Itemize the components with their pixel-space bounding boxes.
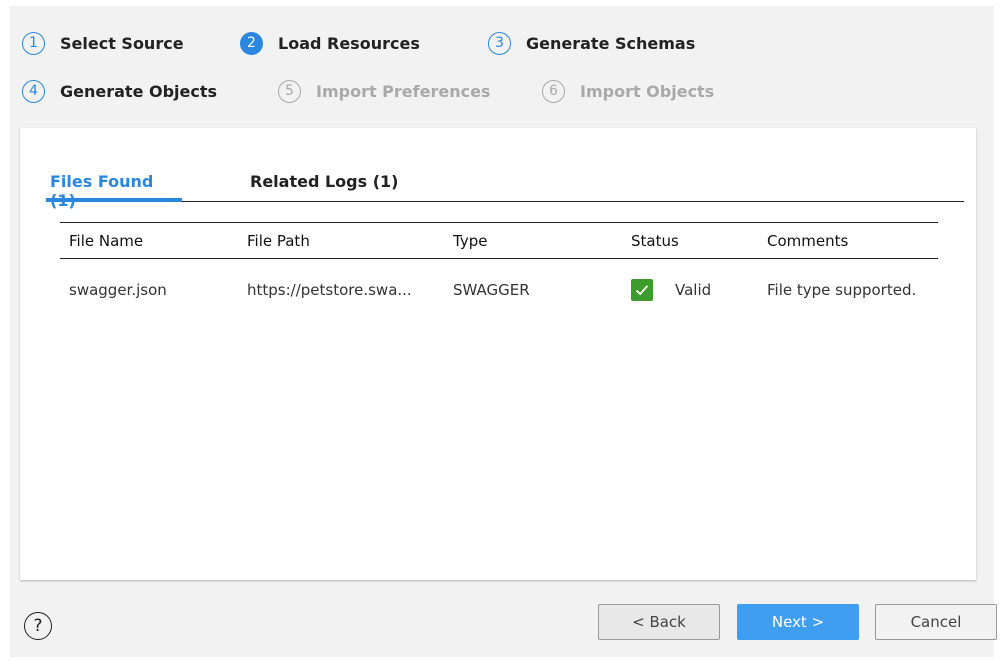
- cell-file-path: https://petstore.swa...: [247, 280, 412, 299]
- step-label: Import Preferences: [316, 81, 491, 101]
- back-button[interactable]: < Back: [598, 604, 720, 640]
- steps-row-1: 1 Select Source 2 Load Resources 3 Gener…: [22, 30, 728, 56]
- step-number: 1: [22, 31, 45, 55]
- cell-file-name: swagger.json: [69, 280, 167, 299]
- tab-related-logs[interactable]: Related Logs (1): [246, 172, 406, 202]
- status-text: Valid: [675, 280, 712, 299]
- step-label: Load Resources: [278, 33, 420, 53]
- next-button[interactable]: Next >: [737, 604, 859, 640]
- column-header-file-path[interactable]: File Path: [238, 222, 444, 259]
- check-icon: [631, 278, 653, 301]
- table-header-row: File Name File Path Type Status Comments: [60, 222, 938, 259]
- step-label: Generate Schemas: [526, 33, 696, 53]
- cell-comments: File type supported.: [767, 280, 917, 299]
- cell-type: SWAGGER: [453, 280, 530, 299]
- step-label: Generate Objects: [60, 81, 218, 101]
- tab-bar: Files Found (1) Related Logs (1): [46, 166, 964, 210]
- tab-files-found[interactable]: Files Found (1): [46, 172, 182, 210]
- table-row[interactable]: swagger.json https://petstore.swa... SWA…: [60, 259, 938, 321]
- column-header-comments[interactable]: Comments: [758, 222, 938, 259]
- status-indicator: Valid: [631, 278, 758, 301]
- step-import-preferences: 5 Import Preferences: [278, 78, 542, 104]
- step-number: 4: [22, 79, 45, 103]
- help-circle-icon[interactable]: ?: [24, 612, 52, 640]
- step-load-resources[interactable]: 2 Load Resources: [240, 30, 488, 56]
- step-number: 2: [240, 31, 263, 55]
- step-number: 6: [542, 79, 565, 103]
- step-generate-objects[interactable]: 4 Generate Objects: [22, 78, 278, 104]
- column-header-status[interactable]: Status: [622, 222, 758, 259]
- step-label: Import Objects: [580, 81, 715, 101]
- content-panel: Files Found (1) Related Logs (1) File Na…: [20, 128, 976, 580]
- step-select-source[interactable]: 1 Select Source: [22, 30, 240, 56]
- step-label: Select Source: [60, 33, 184, 53]
- files-table: File Name File Path Type Status Comments…: [60, 222, 938, 321]
- cell-status: Valid: [622, 259, 758, 321]
- cancel-button[interactable]: Cancel: [875, 604, 997, 640]
- steps-row-2: 4 Generate Objects 5 Import Preferences …: [22, 78, 762, 104]
- step-generate-schemas[interactable]: 3 Generate Schemas: [488, 30, 728, 56]
- column-header-file-name[interactable]: File Name: [60, 222, 238, 259]
- wizard-steps: 1 Select Source 2 Load Resources 3 Gener…: [22, 30, 822, 112]
- column-header-type[interactable]: Type: [444, 222, 622, 259]
- step-import-objects: 6 Import Objects: [542, 78, 762, 104]
- check-icon-glyph: [635, 284, 649, 296]
- step-number: 5: [278, 79, 301, 103]
- step-number: 3: [488, 31, 511, 55]
